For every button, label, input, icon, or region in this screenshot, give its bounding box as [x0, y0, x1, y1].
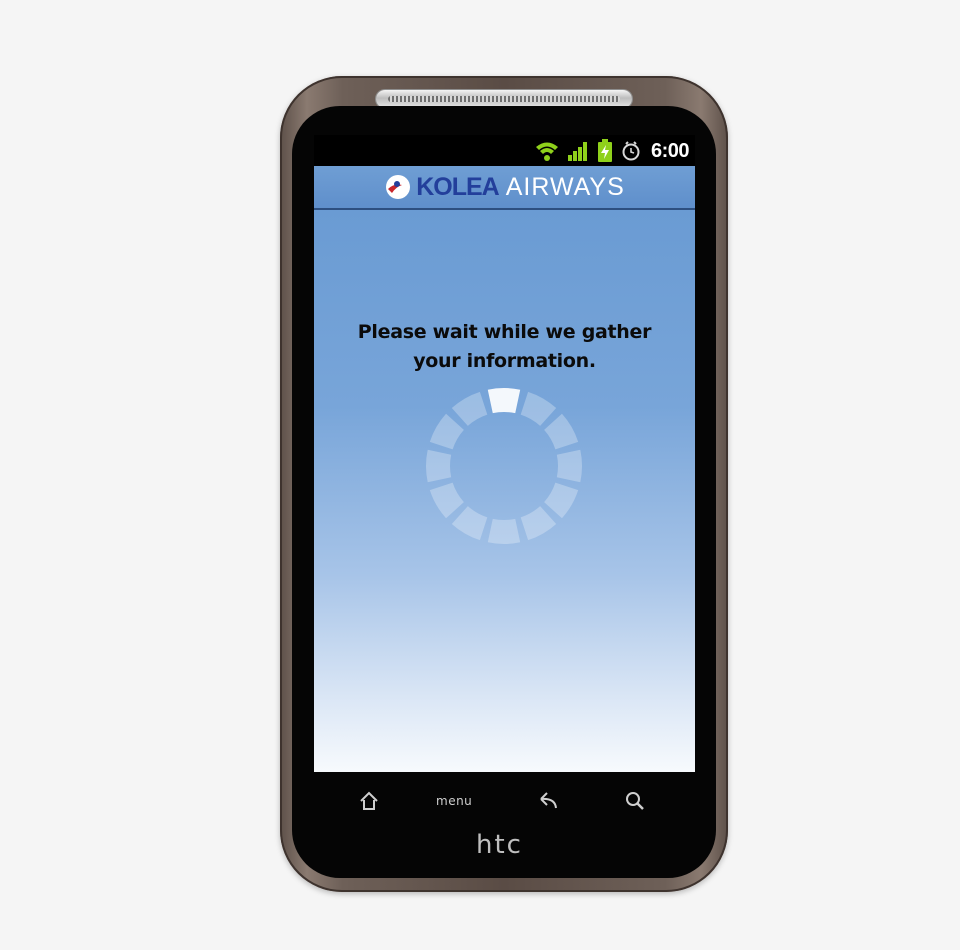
search-icon	[626, 792, 644, 810]
htc-brand-logo: htc	[476, 830, 523, 860]
wait-message-line-2: your information.	[413, 350, 596, 372]
spinner-segment	[451, 391, 488, 426]
search-button[interactable]	[624, 790, 646, 812]
spinner-segment	[487, 518, 521, 544]
main-content: Please wait while we gather your informa…	[314, 210, 695, 772]
status-icons: 6:00	[535, 138, 690, 164]
speaker-grille	[388, 96, 620, 102]
alarm-icon	[622, 141, 640, 161]
battery-charging-icon	[597, 139, 612, 162]
menu-label: menu	[436, 794, 473, 808]
airline-emblem-icon	[386, 175, 411, 199]
spinner-segment	[426, 449, 452, 483]
loading-spinner	[426, 388, 582, 544]
phone-screen: 6:00 KOLEA AIRWAYS Please wait while we …	[314, 135, 695, 772]
spinner-segment	[429, 482, 464, 519]
brand-name-airways: AIRWAYS	[505, 172, 625, 201]
status-bar: 6:00	[314, 135, 695, 166]
spinner-segment	[520, 506, 557, 541]
home-button[interactable]	[358, 790, 380, 812]
back-button[interactable]	[537, 790, 561, 812]
spinner-segment	[451, 506, 488, 541]
signal-icon	[567, 142, 587, 161]
spinner-segment	[520, 391, 557, 426]
back-icon	[540, 792, 557, 809]
status-clock: 6:00	[650, 139, 690, 162]
wait-message-line-1: Please wait while we gather	[357, 321, 652, 343]
spinner-segment	[544, 413, 579, 450]
menu-button[interactable]: menu	[436, 794, 472, 808]
app-header: KOLEA AIRWAYS	[314, 166, 695, 210]
spinner-segment	[544, 482, 579, 519]
brand-name-kolea: KOLEA	[416, 172, 499, 201]
spinner-segment	[556, 449, 582, 483]
wait-message: Please wait while we gather your informa…	[334, 318, 675, 376]
kolea-airways-logo: KOLEA AIRWAYS	[384, 173, 625, 202]
spinner-segment	[487, 388, 521, 414]
wifi-icon	[535, 142, 558, 161]
home-icon	[360, 791, 378, 810]
spinner-segment	[429, 413, 464, 450]
